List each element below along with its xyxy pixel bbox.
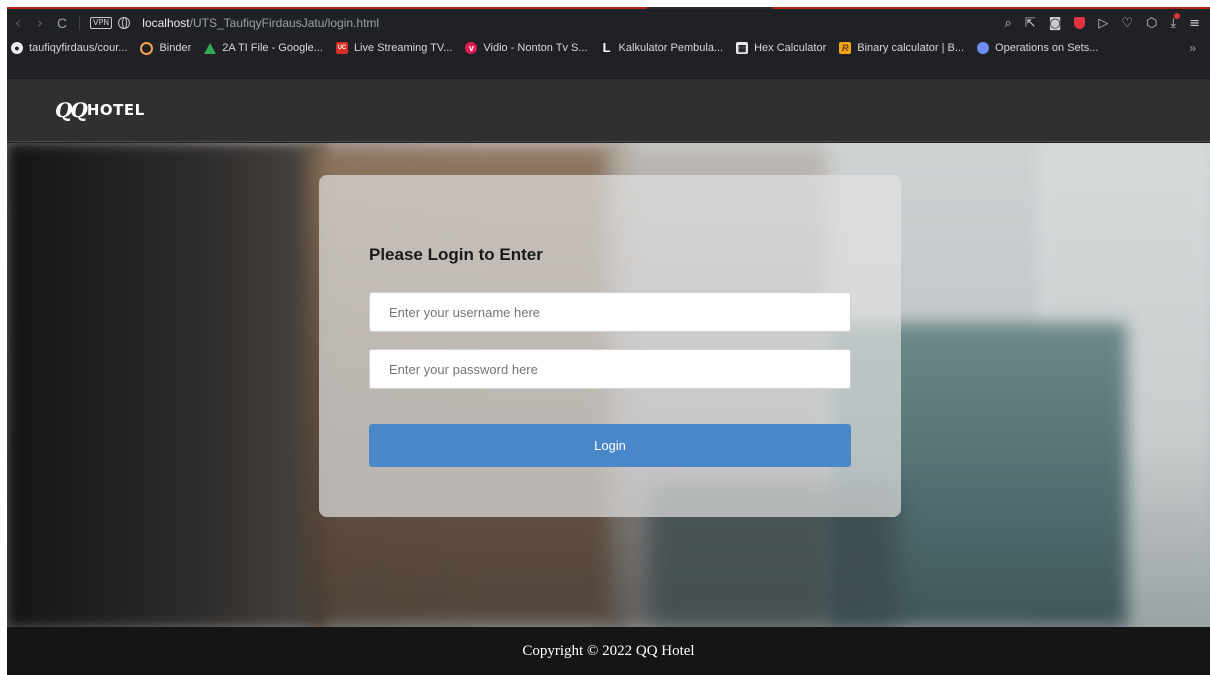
bookmark-label: Kalkulator Pembula... xyxy=(618,42,724,54)
github-icon: ● xyxy=(11,42,23,54)
copyright-text: Copyright © 2022 QQ Hotel xyxy=(522,642,695,659)
site-footer: Copyright © 2022 QQ Hotel xyxy=(7,627,1210,675)
drive-icon xyxy=(204,42,217,54)
bookmarks-overflow-button[interactable]: » xyxy=(1189,41,1196,55)
login-card: Please Login to Enter Login xyxy=(319,175,901,517)
share-icon[interactable]: ⇱ xyxy=(1025,16,1036,31)
vpn-badge[interactable]: VPN xyxy=(90,17,113,29)
logo-mark[interactable]: QQ xyxy=(55,98,88,122)
camera-icon[interactable]: ◙ xyxy=(1049,16,1062,31)
address-bar[interactable]: localhost/UTS_TaufiqyFirdausJatu/login.h… xyxy=(142,16,379,30)
back-button[interactable]: ‹ xyxy=(7,14,29,32)
bookmarks-bar: ● taufiqyfirdaus/cour... Binder 2A TI Fil… xyxy=(7,37,1210,59)
bookmark-label: Binary calculator | B... xyxy=(857,42,965,54)
password-input[interactable] xyxy=(369,349,851,389)
bookmark-label: Live Streaming TV... xyxy=(353,42,453,54)
logo-text[interactable]: HOTEL xyxy=(87,101,145,119)
R-icon: R xyxy=(839,42,852,54)
bookmark-binary-calculator[interactable]: R Binary calculator | B... xyxy=(839,42,964,54)
bookmark-operations-on-sets[interactable]: Operations on Sets... xyxy=(977,42,1098,54)
bookmark-label: taufiqyfirdaus/cour... xyxy=(29,42,128,54)
login-button[interactable]: Login xyxy=(369,424,851,467)
heart-icon[interactable]: ♡ xyxy=(1121,16,1133,31)
cube-icon[interactable]: ⬡ xyxy=(1146,16,1157,31)
site-info-icon[interactable] xyxy=(118,17,131,29)
site-header: QQ HOTEL xyxy=(7,79,1210,142)
L-icon: L xyxy=(602,40,611,55)
bookmark-label: 2A TI File - Google... xyxy=(222,42,323,54)
background-blur xyxy=(7,143,327,627)
search-icon[interactable]: ⌕ xyxy=(1005,16,1012,31)
vidio-icon: v xyxy=(465,42,478,54)
notification-dot xyxy=(1174,12,1181,19)
download-icon[interactable]: ⤓ xyxy=(1170,12,1181,31)
calculator-icon: ▦ xyxy=(736,42,749,54)
bookmark-label: Hex Calculator xyxy=(754,42,827,54)
bookmark-label: Vidio - Nonton Tv S... xyxy=(483,42,588,54)
url-path: /UTS_TaufiqyFirdausJatu/login.html xyxy=(189,16,380,30)
bookmark-kalkulator[interactable]: L Kalkulator Pembula... xyxy=(601,40,724,55)
browser-toolbar: ‹ › C VPN localhost/UTS_TaufiqyFirdausJa… xyxy=(7,9,1210,37)
toolbar-actions: ⌕ ⇱ ◙ ▷ ♡ ⬡ ⤓ ≡ xyxy=(1005,12,1210,31)
reload-button[interactable]: C xyxy=(51,15,73,31)
bookmark-vidio[interactable]: v Vidio - Nonton Tv S... xyxy=(465,42,588,54)
bookmark-github[interactable]: ● taufiqyfirdaus/cour... xyxy=(11,42,127,54)
toolbar-separator xyxy=(79,16,80,30)
forward-button[interactable]: › xyxy=(29,14,51,32)
bookmark-live-streaming[interactable]: UC Live Streaming TV... xyxy=(335,42,453,54)
bookmark-hex-calculator[interactable]: ▦ Hex Calculator xyxy=(736,42,826,54)
bookmark-binder[interactable]: Binder xyxy=(140,41,192,55)
browser-window: ‹ › C VPN localhost/UTS_TaufiqyFirdausJa… xyxy=(7,7,1210,675)
shield-icon[interactable] xyxy=(1074,17,1086,29)
username-input[interactable] xyxy=(369,292,851,332)
login-title: Please Login to Enter xyxy=(369,245,543,264)
bookmark-label: Operations on Sets... xyxy=(995,42,1099,54)
bookmark-label: Binder xyxy=(159,42,192,54)
url-host: localhost xyxy=(142,16,190,30)
binder-icon xyxy=(140,41,154,55)
menu-icon[interactable]: ≡ xyxy=(1189,16,1200,31)
useetv-icon: UC xyxy=(335,42,348,54)
send-icon[interactable]: ▷ xyxy=(1098,16,1108,31)
bookmark-drive[interactable]: 2A TI File - Google... xyxy=(204,42,323,54)
sets-icon xyxy=(977,42,990,54)
